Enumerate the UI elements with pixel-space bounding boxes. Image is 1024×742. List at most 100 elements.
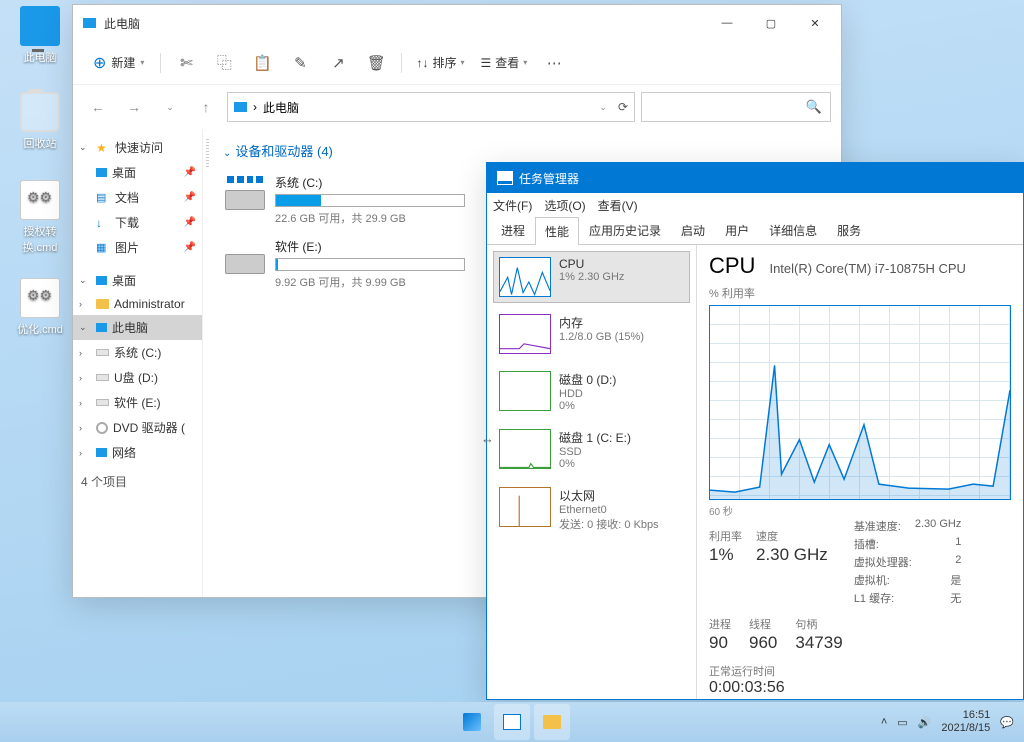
taskbar-taskmgr[interactable] <box>494 704 530 740</box>
taskbar: ˄ ▭ 🔊 16:512021/8/15 💬 <box>0 702 1024 742</box>
tab-startup[interactable]: 启动 <box>671 216 715 244</box>
cpu-title: CPU <box>709 253 755 279</box>
menu-view[interactable]: 查看(V) <box>598 197 638 214</box>
sidebar-downloads[interactable]: ↓下载📌 <box>73 210 202 235</box>
rename-button[interactable]: ✎ <box>283 46 317 80</box>
sidebar-documents[interactable]: ▤文档📌 <box>73 185 202 210</box>
cut-button[interactable]: ✄ <box>169 46 203 80</box>
refresh-button[interactable]: ⟳ <box>618 100 628 114</box>
tab-details[interactable]: 详细信息 <box>759 216 827 244</box>
chevron-down-icon[interactable]: ⌄ <box>599 102 607 113</box>
more-button[interactable]: ⋯ <box>537 46 571 80</box>
drive-icon <box>96 349 109 356</box>
sidebar-desktop[interactable]: 桌面📌 <box>73 160 202 185</box>
view-button[interactable]: ☰ 查看 ▾ <box>474 46 533 80</box>
cd-icon <box>96 422 108 434</box>
perf-list: CPU1% 2.30 GHz 内存1.2/8.0 GB (15%) 磁盘 0 (… <box>487 245 697 699</box>
doc-icon: ▤ <box>96 191 110 205</box>
tab-performance[interactable]: 性能 <box>535 217 579 245</box>
cpu-chart <box>709 305 1011 500</box>
explorer-titlebar[interactable]: 此电脑 — ▢ ✕ <box>73 5 841 41</box>
taskbar-explorer[interactable] <box>534 704 570 740</box>
tray-volume-icon[interactable]: 🔊 <box>918 716 932 729</box>
resize-handle[interactable]: ↔ <box>481 431 499 445</box>
net-thumb <box>499 487 551 527</box>
menu-options[interactable]: 选项(O) <box>544 197 585 214</box>
plus-icon: ⊕ <box>93 53 106 73</box>
nav-row: ← → ⌄ ↑ › 此电脑 ⌄ ⟳ 🔍 <box>73 85 841 129</box>
sidebar-admin[interactable]: ›Administrator <box>73 293 202 315</box>
sidebar-pictures[interactable]: ▦图片📌 <box>73 235 202 260</box>
close-button[interactable]: ✕ <box>793 7 837 39</box>
desktop-icon-thispc[interactable]: 此电脑 <box>10 6 70 65</box>
start-button[interactable] <box>454 704 490 740</box>
sidebar-quick-access[interactable]: ⌄★快速访问 <box>73 135 202 160</box>
tab-apphistory[interactable]: 应用历史记录 <box>579 216 671 244</box>
sidebar-resizer[interactable] <box>203 129 211 597</box>
drive-icon <box>96 374 109 381</box>
tab-users[interactable]: 用户 <box>715 216 759 244</box>
perf-memory[interactable]: 内存1.2/8.0 GB (15%) <box>493 308 690 360</box>
address-bar[interactable]: › 此电脑 ⌄ ⟳ <box>227 92 635 122</box>
download-icon: ↓ <box>96 216 110 230</box>
perf-ethernet[interactable]: 以太网Ethernet0发送: 0 接收: 0 Kbps <box>493 481 690 538</box>
maximize-button[interactable]: ▢ <box>749 7 793 39</box>
taskmgr-titlebar[interactable]: 任务管理器 <box>487 163 1023 193</box>
sidebar-network[interactable]: ›网络 <box>73 440 202 465</box>
sidebar-drive-c[interactable]: ›系统 (C:) <box>73 340 202 365</box>
paste-button[interactable]: 📋 <box>245 46 279 80</box>
desktop-icon-cmd1[interactable]: 授权转换.cmd <box>10 180 70 255</box>
sort-button[interactable]: ↑↓ 排序 ▾ <box>410 46 470 80</box>
sidebar-drive-e[interactable]: ›软件 (E:) <box>73 390 202 415</box>
network-icon <box>96 448 107 457</box>
tab-processes[interactable]: 进程 <box>491 216 535 244</box>
taskmgr-icon <box>503 714 521 730</box>
tray-clock[interactable]: 16:512021/8/15 <box>941 709 990 735</box>
pin-icon: 📌 <box>184 167 196 178</box>
up-button[interactable]: ↑ <box>191 92 221 122</box>
perf-disk1[interactable]: 磁盘 1 (C: E:)SSD0% <box>493 423 690 476</box>
sidebar-dvd[interactable]: ›DVD 驱动器 ( <box>73 415 202 440</box>
taskmgr-icon <box>497 171 513 185</box>
tabs: 进程 性能 应用历史记录 启动 用户 详细信息 服务 <box>487 217 1023 245</box>
folder-icon <box>543 715 561 729</box>
star-icon: ★ <box>96 141 110 155</box>
drive-bar <box>275 258 465 271</box>
stat-handles: 句柄34739 <box>795 616 842 653</box>
delete-button[interactable]: 🗑 <box>359 46 393 80</box>
history-drop[interactable]: ⌄ <box>155 92 185 122</box>
drive-icon <box>225 174 265 210</box>
sidebar-thispc[interactable]: ⌄此电脑 <box>73 315 202 340</box>
menu-file[interactable]: 文件(F) <box>493 197 532 214</box>
minimize-button[interactable]: — <box>705 7 749 39</box>
item-count: 4 个项目 <box>73 465 202 494</box>
task-manager-window: ↔ 任务管理器 文件(F) 选项(O) 查看(V) 进程 性能 应用历史记录 启… <box>486 162 1024 700</box>
disk-thumb <box>499 429 551 469</box>
disk-thumb <box>499 371 551 411</box>
tray-notifications-icon[interactable]: 💬 <box>1000 716 1014 729</box>
perf-cpu[interactable]: CPU1% 2.30 GHz <box>493 251 690 303</box>
forward-button[interactable]: → <box>119 92 149 122</box>
desktop-icon <box>96 276 107 285</box>
sidebar-drive-d[interactable]: ›U盘 (D:) <box>73 365 202 390</box>
search-input[interactable]: 🔍 <box>641 92 831 122</box>
perf-disk0[interactable]: 磁盘 0 (D:)HDD0% <box>493 365 690 418</box>
sidebar: ⌄★快速访问 桌面📌 ▤文档📌 ↓下载📌 ▦图片📌 ⌄桌面 ›Administr… <box>73 129 203 597</box>
desktop-icon-cmd2[interactable]: 优化.cmd <box>10 278 70 337</box>
tray-display-icon[interactable]: ▭ <box>897 716 907 729</box>
picture-icon: ▦ <box>96 241 110 255</box>
tab-services[interactable]: 服务 <box>827 216 871 244</box>
share-button[interactable]: ↗ <box>321 46 355 80</box>
desktop-icon-recycle[interactable]: 回收站 <box>10 92 70 151</box>
sidebar-desk-section[interactable]: ⌄桌面 <box>73 268 202 293</box>
back-button[interactable]: ← <box>83 92 113 122</box>
thispc-icon <box>83 18 96 28</box>
stat-threads: 线程960 <box>749 616 777 653</box>
stat-proc: 进程90 <box>709 616 731 653</box>
new-button[interactable]: ⊕新建▾ <box>85 46 152 80</box>
memory-thumb <box>499 314 551 354</box>
tray-up-icon[interactable]: ˄ <box>881 716 887 728</box>
desktop-icon <box>96 168 107 177</box>
perf-main: CPUIntel(R) Core(TM) i7-10875H CPU % 利用率… <box>697 245 1023 699</box>
copy-button[interactable]: ⿻ <box>207 46 241 80</box>
